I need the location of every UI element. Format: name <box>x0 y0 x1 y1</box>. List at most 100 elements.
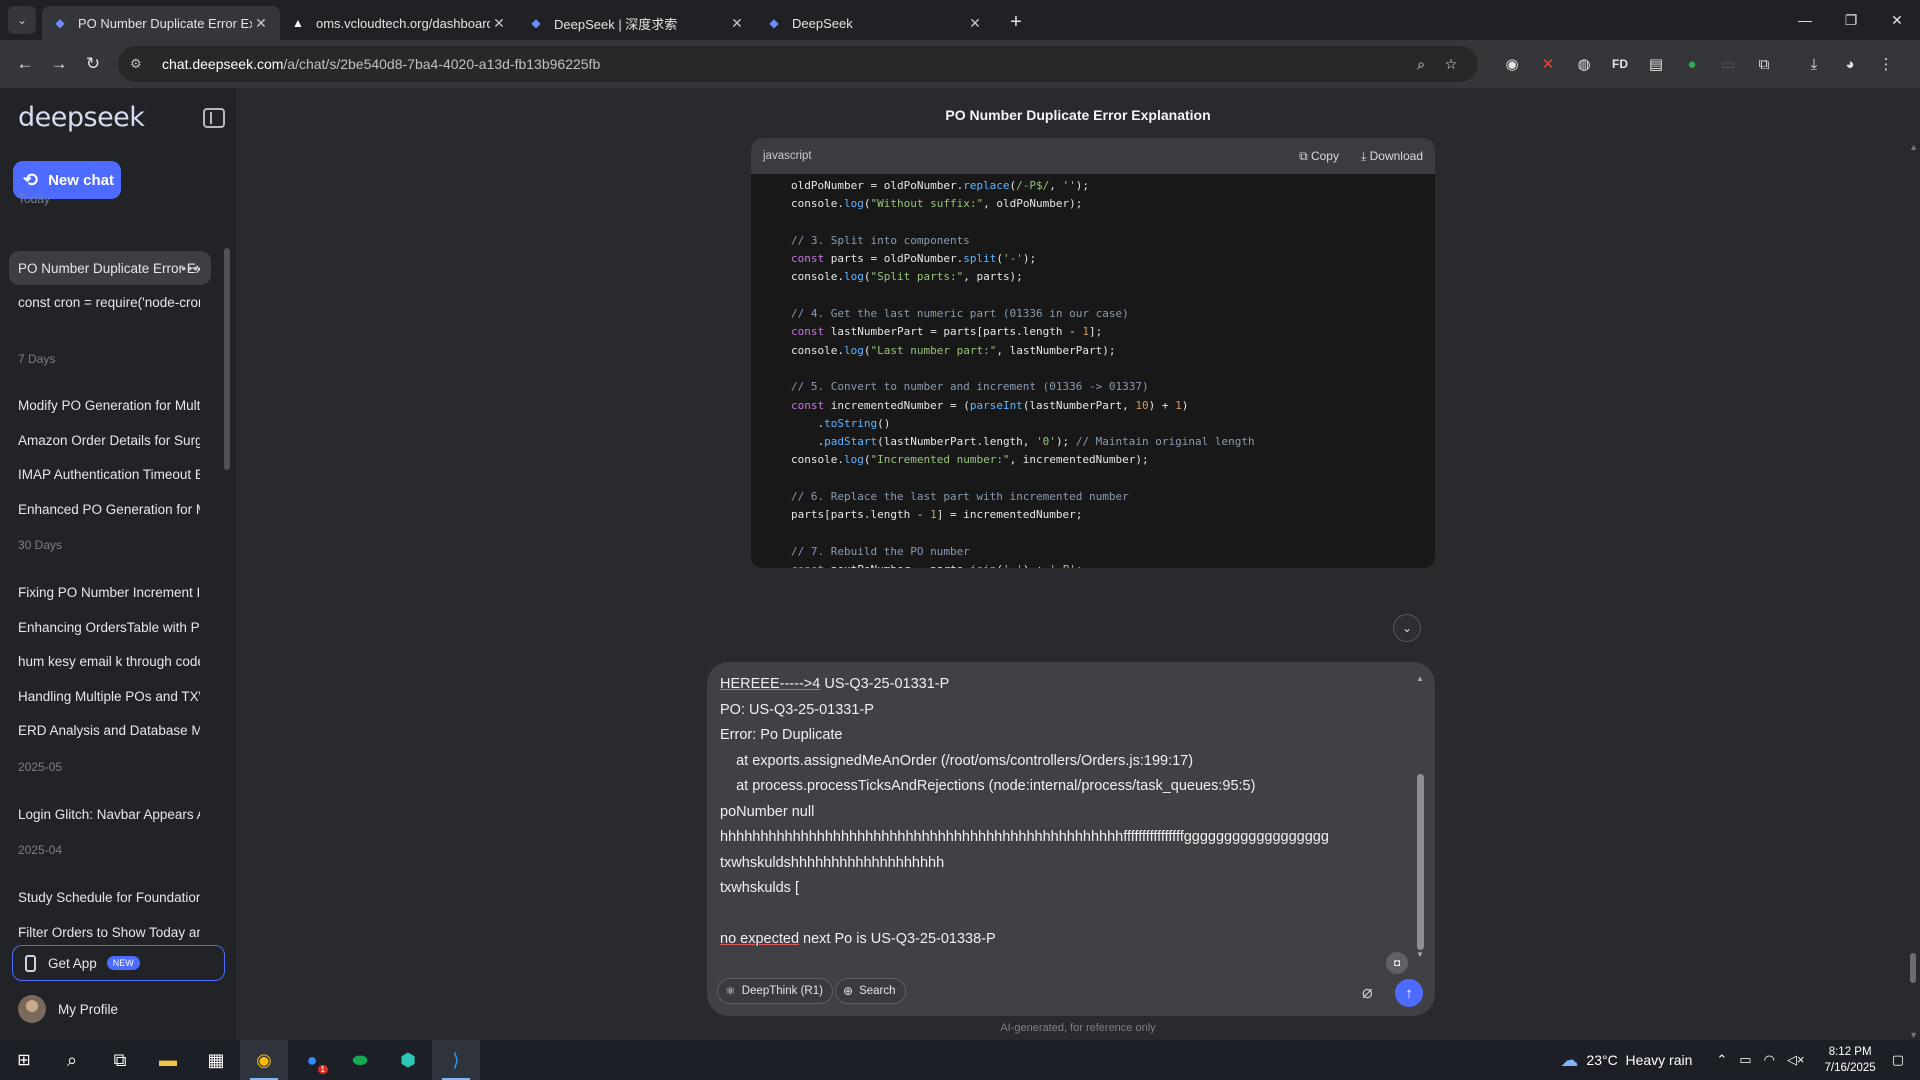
bookmark-star-icon[interactable]: ☆ <box>1436 56 1466 73</box>
clock[interactable]: 8:12 PM 7/16/2025 <box>1825 1044 1876 1076</box>
address-bar[interactable]: ⚙ chat.deepseek.com /a/chat/s/2be540d8-7… <box>118 46 1478 82</box>
code-block-header: javascript ⧉ Copy ⤓ Download <box>751 138 1435 174</box>
history-item-selected[interactable]: PO Number Duplicate Error Explanation ••… <box>9 251 211 285</box>
tab-title: oms.vcloudtech.org/dashboard <box>316 15 490 31</box>
history-item[interactable]: Enhancing OrdersTable with Pro <box>9 610 211 644</box>
browser-tab-3[interactable]: ◆ DeepSeek | 深度求索 ✕ <box>518 6 756 40</box>
close-tab-icon[interactable]: ✕ <box>966 15 984 32</box>
mongodb-compass-icon[interactable]: ⬬ <box>336 1040 384 1080</box>
download-button[interactable]: ⤓ Download <box>1361 149 1423 164</box>
minimize-icon[interactable]: — <box>1782 0 1828 40</box>
history-item[interactable]: Study Schedule for Foundation U <box>9 880 211 914</box>
wifi-icon[interactable]: ◠ <box>1764 1052 1775 1068</box>
vscode-icon[interactable]: ⟩ <box>432 1040 480 1080</box>
more-options-icon[interactable]: ••• <box>181 260 199 276</box>
my-profile-button[interactable]: My Profile <box>18 995 118 1023</box>
browser-tab-4[interactable]: ◆ DeepSeek ✕ <box>756 6 994 40</box>
extension-3-icon[interactable]: ◍ <box>1566 48 1602 80</box>
window-controls: — ❐ ✕ <box>1782 0 1920 40</box>
history-item[interactable]: const cron = require('node-cron <box>9 285 211 319</box>
weather-widget[interactable]: ☁ 23°C Heavy rain <box>1560 1050 1692 1071</box>
history-item-label: Login Glitch: Navbar Appears Ab <box>18 806 200 822</box>
reload-icon[interactable]: ↻ <box>76 47 110 81</box>
task-view-icon[interactable]: ⧉ <box>96 1040 144 1080</box>
close-tab-icon[interactable]: ✕ <box>252 15 270 32</box>
new-badge: NEW <box>106 956 140 970</box>
history-item[interactable]: Login Glitch: Navbar Appears Ab <box>9 797 211 831</box>
chrome-menu-icon[interactable]: ⋮ <box>1868 48 1904 80</box>
close-tab-icon[interactable]: ✕ <box>728 15 746 32</box>
triangle-favicon-icon: ▲ <box>292 16 304 30</box>
composer-textarea[interactable]: HEREEE----->4 US-Q3-25-01331-P PO: US-Q3… <box>720 672 1400 953</box>
store-icon[interactable]: ▦ <box>192 1040 240 1080</box>
message-composer[interactable]: HEREEE----->4 US-Q3-25-01331-P PO: US-Q3… <box>707 662 1435 1016</box>
search-toggle[interactable]: ⊕ Search <box>835 978 906 1004</box>
assistant-helper-icon[interactable]: ◘ <box>1386 952 1408 974</box>
site-info-icon[interactable]: ⚙ <box>130 56 150 72</box>
url-path: /a/chat/s/2be540d8-7ba4-4020-a13d-fb13b9… <box>283 56 601 72</box>
scroll-to-bottom-button[interactable]: ⌄ <box>1393 614 1421 642</box>
history-item-label: Study Schedule for Foundation U <box>18 889 200 905</box>
history-item[interactable]: hum kesy email k through code <box>9 644 211 678</box>
history-item[interactable]: IMAP Authentication Timeout Err <box>9 457 211 491</box>
extension-7-icon[interactable]: ▭ <box>1710 48 1746 80</box>
volume-muted-icon[interactable]: ◁× <box>1787 1052 1805 1068</box>
chat-main: PO Number Duplicate Error Explanation ▲ … <box>236 88 1920 1040</box>
extensions-puzzle-icon[interactable]: ⧉ <box>1746 48 1782 80</box>
app-icon[interactable]: ⬢ <box>384 1040 432 1080</box>
tab-title: DeepSeek | 深度求索 <box>554 16 678 32</box>
tab-title: DeepSeek <box>792 15 853 31</box>
collapse-sidebar-icon[interactable] <box>203 108 225 128</box>
profile-avatar-icon[interactable]: ◕ <box>1832 48 1868 80</box>
page-scroll-up-icon[interactable]: ▲ <box>1909 142 1918 152</box>
close-window-icon[interactable]: ✕ <box>1874 0 1920 40</box>
show-hidden-icons-icon[interactable]: ⌃ <box>1716 1052 1727 1068</box>
forward-icon[interactable]: → <box>42 47 76 81</box>
battery-icon[interactable]: ▭ <box>1739 1052 1751 1068</box>
zoom-app-icon[interactable]: ● 1 <box>288 1040 336 1080</box>
browser-tab-2[interactable]: ▲ oms.vcloudtech.org/dashboard ✕ <box>280 6 518 40</box>
extension-2-icon[interactable]: ✕ <box>1530 48 1566 80</box>
attach-paperclip-icon[interactable]: ⌀ <box>1362 982 1373 1003</box>
get-app-button[interactable]: Get App NEW <box>12 945 225 981</box>
composer-scroll-up-icon[interactable]: ▲ <box>1416 674 1424 683</box>
tab-search-button[interactable]: ⌄ <box>8 6 36 34</box>
composer-line: HEREEE----->4 <box>720 676 821 692</box>
chrome-icon[interactable]: ◉ <box>240 1040 288 1080</box>
close-tab-icon[interactable]: ✕ <box>490 15 508 32</box>
composer-line: txwhskulds [ <box>720 880 799 896</box>
browser-toolbar: ← → ↻ ⚙ chat.deepseek.com /a/chat/s/2be5… <box>0 40 1920 88</box>
send-button[interactable]: ↑ <box>1395 979 1423 1007</box>
search-icon[interactable]: ⌕ <box>48 1040 96 1080</box>
deepthink-toggle[interactable]: ⚛ DeepThink (R1) <box>717 978 833 1004</box>
extension-4-icon[interactable]: FD <box>1602 48 1638 80</box>
history-item[interactable]: ERD Analysis and Database Mod <box>9 713 211 747</box>
history-item[interactable]: Modify PO Generation for Multiple <box>9 388 211 422</box>
extension-1-icon[interactable]: ◉ <box>1494 48 1530 80</box>
history-item-label: Enhancing OrdersTable with Pro <box>18 619 200 635</box>
history-item[interactable]: Filter Orders to Show Today and <box>9 915 211 949</box>
windows-start-icon[interactable]: ⊞ <box>0 1040 48 1080</box>
restore-icon[interactable]: ❐ <box>1828 0 1874 40</box>
history-item[interactable]: Amazon Order Details for Surge <box>9 423 211 457</box>
downloads-icon[interactable]: ⤓ <box>1796 48 1832 80</box>
history-item[interactable]: Fixing PO Number Increment Iss <box>9 575 211 609</box>
composer-scrollbar[interactable] <box>1417 774 1424 950</box>
zoom-icon[interactable]: ⌕ <box>1406 56 1436 73</box>
extension-5-icon[interactable]: ▤ <box>1638 48 1674 80</box>
page-scrollbar[interactable] <box>1910 953 1916 983</box>
notifications-icon[interactable]: ▢ <box>1892 1052 1904 1068</box>
sidebar-scrollbar[interactable] <box>224 248 230 470</box>
history-item[interactable]: Enhanced PO Generation for Mu <box>9 492 211 526</box>
browser-tabstrip: ⌄ ◆ PO Number Duplicate Error Exp ✕ ▲ om… <box>0 0 1920 40</box>
file-explorer-icon[interactable]: ▬ <box>144 1040 192 1080</box>
copy-button[interactable]: ⧉ Copy <box>1299 149 1339 164</box>
browser-tab-1[interactable]: ◆ PO Number Duplicate Error Exp ✕ <box>42 6 280 40</box>
rain-cloud-icon: ☁ <box>1560 1049 1579 1070</box>
new-tab-button[interactable]: + <box>1002 8 1030 36</box>
back-icon[interactable]: ← <box>8 47 42 81</box>
history-item[interactable]: Handling Multiple POs and TXW <box>9 679 211 713</box>
deepthink-icon: ⚛ <box>725 984 736 998</box>
extension-6-icon[interactable]: ● <box>1674 48 1710 80</box>
composer-scroll-down-icon[interactable]: ▼ <box>1416 950 1424 959</box>
